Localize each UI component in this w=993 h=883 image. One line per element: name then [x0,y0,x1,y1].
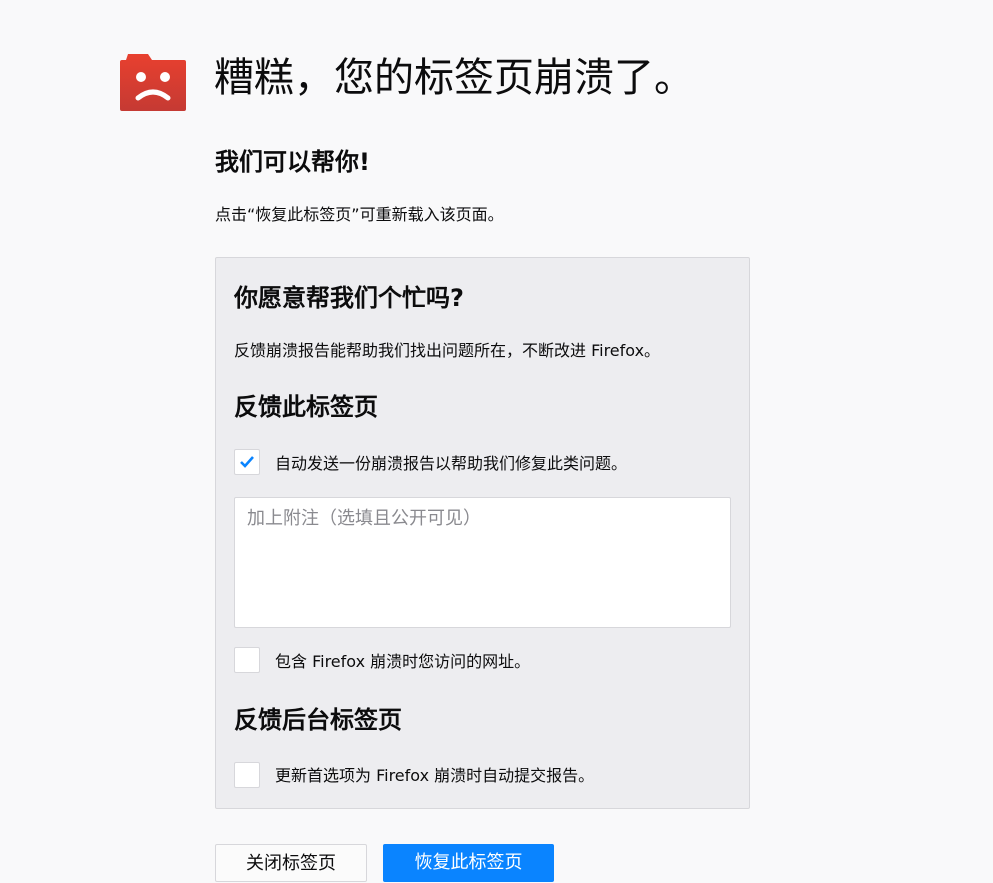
include-url-checkbox[interactable] [234,647,260,673]
auto-send-label: 自动发送一份崩溃报告以帮助我们修复此类问题。 [275,454,628,473]
sad-tab-icon [120,54,186,111]
close-tab-button[interactable]: 关闭标签页 [215,844,367,882]
background-tabs-heading: 反馈后台标签页 [234,706,402,734]
update-pref-checkbox[interactable] [234,762,260,788]
crash-report-panel: 你愿意帮我们个忙吗? 反馈崩溃报告能帮助我们找出问题所在，不断改进 Firefo… [215,257,750,809]
help-description: 点击“恢复此标签页”可重新载入该页面。 [215,205,504,224]
help-heading: 我们可以帮你! [215,148,370,176]
update-pref-label: 更新首选项为 Firefox 崩溃时自动提交报告。 [275,766,595,785]
panel-description: 反馈崩溃报告能帮助我们找出问题所在，不断改进 Firefox。 [234,341,661,360]
auto-send-checkbox[interactable] [234,449,260,475]
panel-heading: 你愿意帮我们个忙吗? [234,284,464,312]
page-title: 糟糕，您的标签页崩溃了。 [214,55,694,101]
include-url-label: 包含 Firefox 崩溃时您访问的网址。 [275,652,531,671]
checkmark-icon [240,456,254,468]
comment-textarea[interactable] [234,497,731,628]
report-tab-heading: 反馈此标签页 [234,393,378,421]
restore-tab-button[interactable]: 恢复此标签页 [383,844,554,882]
